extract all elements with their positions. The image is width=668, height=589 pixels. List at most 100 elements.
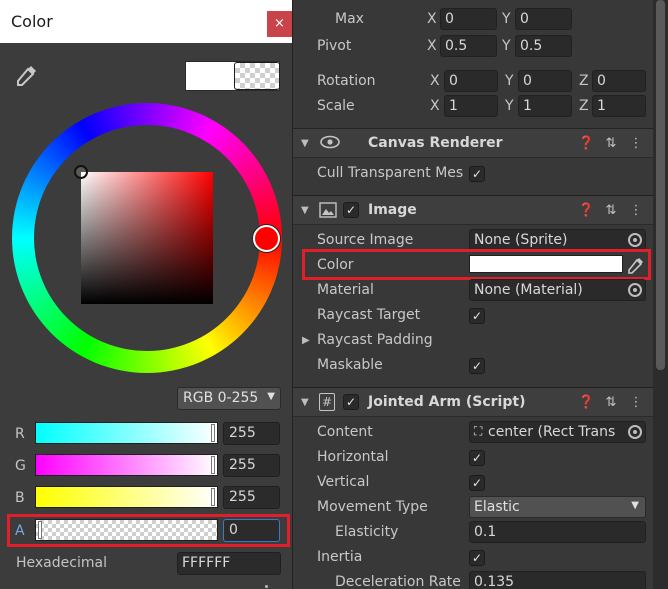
scale-label: Scale <box>317 98 355 114</box>
raycast-padding-label[interactable]: Raycast Padding <box>317 332 433 348</box>
material-field[interactable]: None (Material) <box>469 279 646 301</box>
cull-transparent-label: Cull Transparent Mes <box>317 165 464 181</box>
scale-z-field[interactable]: 1 <box>592 95 646 117</box>
canvas-renderer-header[interactable]: ▼ Canvas Renderer ❓ ⇅ ⋮ <box>293 128 653 158</box>
material-label: Material <box>317 282 374 298</box>
axis-y-label: Y <box>505 73 514 89</box>
rotation-y-field[interactable]: 0 <box>518 70 572 92</box>
picker-titlebar[interactable]: Color × <box>0 0 292 43</box>
maskable-label: Maskable <box>317 357 383 373</box>
pivot-x-field[interactable]: 0.5 <box>440 35 497 57</box>
pivot-y-field[interactable]: 0.5 <box>515 35 572 57</box>
inertia-label: Inertia <box>317 549 363 565</box>
kebab-menu-icon[interactable]: ⋮ <box>628 395 644 410</box>
raycast-target-checkbox[interactable]: ✓ <box>469 308 485 324</box>
movement-type-dropdown[interactable]: Elastic ▼ <box>469 496 646 518</box>
deceleration-rate-field[interactable]: 0.135 <box>469 571 646 589</box>
hex-field[interactable]: FFFFFF <box>177 552 281 575</box>
content-label: Content <box>317 424 373 440</box>
source-image-label: Source Image <box>317 232 414 248</box>
kebab-menu-icon[interactable]: ⋮ <box>628 203 644 218</box>
source-image-field[interactable]: None (Sprite) <box>469 229 646 251</box>
horizontal-checkbox[interactable]: ✓ <box>469 450 485 466</box>
foldout-arrow-icon[interactable]: ▼ <box>301 138 309 149</box>
help-icon[interactable]: ❓ <box>578 395 594 410</box>
script-enabled-checkbox[interactable]: ✓ <box>343 394 359 410</box>
eyedropper-icon[interactable] <box>14 62 40 88</box>
hex-label: Hexadecimal <box>16 555 107 571</box>
rotation-label: Rotation <box>317 73 376 89</box>
hue-handle[interactable] <box>253 225 280 252</box>
chevron-down-icon: ▼ <box>267 391 275 402</box>
picker-title: Color <box>11 12 53 31</box>
slider-thumb[interactable] <box>211 456 215 474</box>
kebab-menu-icon[interactable]: ⋮ <box>628 136 644 151</box>
vertical-label: Vertical <box>317 474 370 490</box>
source-image-value: None (Sprite) <box>474 232 568 248</box>
slider-thumb[interactable] <box>211 424 215 442</box>
eye-icon <box>319 134 341 154</box>
content-value: center (Rect Trans <box>488 424 616 440</box>
inertia-checkbox[interactable]: ✓ <box>469 550 485 566</box>
vertical-checkbox[interactable]: ✓ <box>469 475 485 491</box>
channel-label-g: G <box>15 458 26 474</box>
image-component-icon <box>319 202 337 222</box>
inspector-scrollbar[interactable] <box>653 0 668 589</box>
preset-icon[interactable]: ⇅ <box>603 203 619 218</box>
highlight-box-color <box>302 249 651 280</box>
image-header[interactable]: ▼ ✓ Image ❓ ⇅ ⋮ <box>293 195 653 225</box>
more-icon[interactable] <box>265 585 268 588</box>
close-button[interactable]: × <box>267 11 292 37</box>
deceleration-rate-label: Deceleration Rate <box>335 574 461 589</box>
color-mode-dropdown[interactable]: RGB 0-255 ▼ <box>177 387 281 410</box>
slider-thumb[interactable] <box>211 488 215 506</box>
pivot-label: Pivot <box>317 38 352 54</box>
foldout-arrow-icon[interactable]: ▼ <box>301 205 309 216</box>
value-field-r[interactable]: 255 <box>223 422 280 445</box>
value-field-g[interactable]: 255 <box>223 454 280 477</box>
axis-y-label: Y <box>502 38 511 54</box>
object-picker-icon[interactable] <box>628 283 642 297</box>
preset-icon[interactable]: ⇅ <box>603 136 619 151</box>
slider-b[interactable] <box>35 486 218 508</box>
canvas-renderer-title: Canvas Renderer <box>368 135 503 151</box>
axis-z-label: Z <box>579 98 589 114</box>
object-picker-icon[interactable] <box>628 425 642 439</box>
max-y-field[interactable]: 0 <box>515 8 572 30</box>
movement-type-value: Elastic <box>474 499 520 515</box>
scale-x-field[interactable]: 1 <box>444 95 498 117</box>
rotation-z-field[interactable]: 0 <box>592 70 646 92</box>
value-field-b[interactable]: 255 <box>223 486 280 509</box>
cull-transparent-checkbox[interactable]: ✓ <box>469 166 485 182</box>
slider-row-g: G 255 <box>0 453 293 481</box>
highlight-box-alpha <box>7 514 290 547</box>
material-value: None (Material) <box>474 282 583 298</box>
slider-r[interactable] <box>35 422 218 444</box>
help-icon[interactable]: ❓ <box>578 203 594 218</box>
content-field[interactable]: ⛶ center (Rect Trans <box>469 421 646 443</box>
axis-y-label: Y <box>502 11 511 27</box>
color-preview-swatch <box>185 61 280 91</box>
foldout-arrow-icon[interactable]: ▶ <box>302 335 310 346</box>
saturation-value-square[interactable] <box>81 172 213 304</box>
object-picker-icon[interactable] <box>628 233 642 247</box>
sv-handle[interactable] <box>74 165 88 179</box>
max-x-field[interactable]: 0 <box>440 8 497 30</box>
image-enabled-checkbox[interactable]: ✓ <box>343 202 359 218</box>
maskable-checkbox[interactable]: ✓ <box>469 358 485 374</box>
scale-y-field[interactable]: 1 <box>518 95 572 117</box>
preset-icon[interactable]: ⇅ <box>603 395 619 410</box>
axis-y-label: Y <box>505 98 514 114</box>
jointed-arm-header[interactable]: ▼ # ✓ Jointed Arm (Script) ❓ ⇅ ⋮ <box>293 387 653 417</box>
elasticity-field[interactable]: 0.1 <box>469 521 646 543</box>
image-title: Image <box>368 202 417 218</box>
script-icon: # <box>319 393 335 411</box>
axis-x-label: X <box>430 98 440 114</box>
slider-g[interactable] <box>35 454 218 476</box>
scrollbar-thumb[interactable] <box>656 0 665 370</box>
raycast-target-label: Raycast Target <box>317 307 421 323</box>
foldout-arrow-icon[interactable]: ▼ <box>301 397 309 408</box>
slider-row-b: B 255 <box>0 485 293 513</box>
help-icon[interactable]: ❓ <box>578 136 594 151</box>
rotation-x-field[interactable]: 0 <box>444 70 498 92</box>
